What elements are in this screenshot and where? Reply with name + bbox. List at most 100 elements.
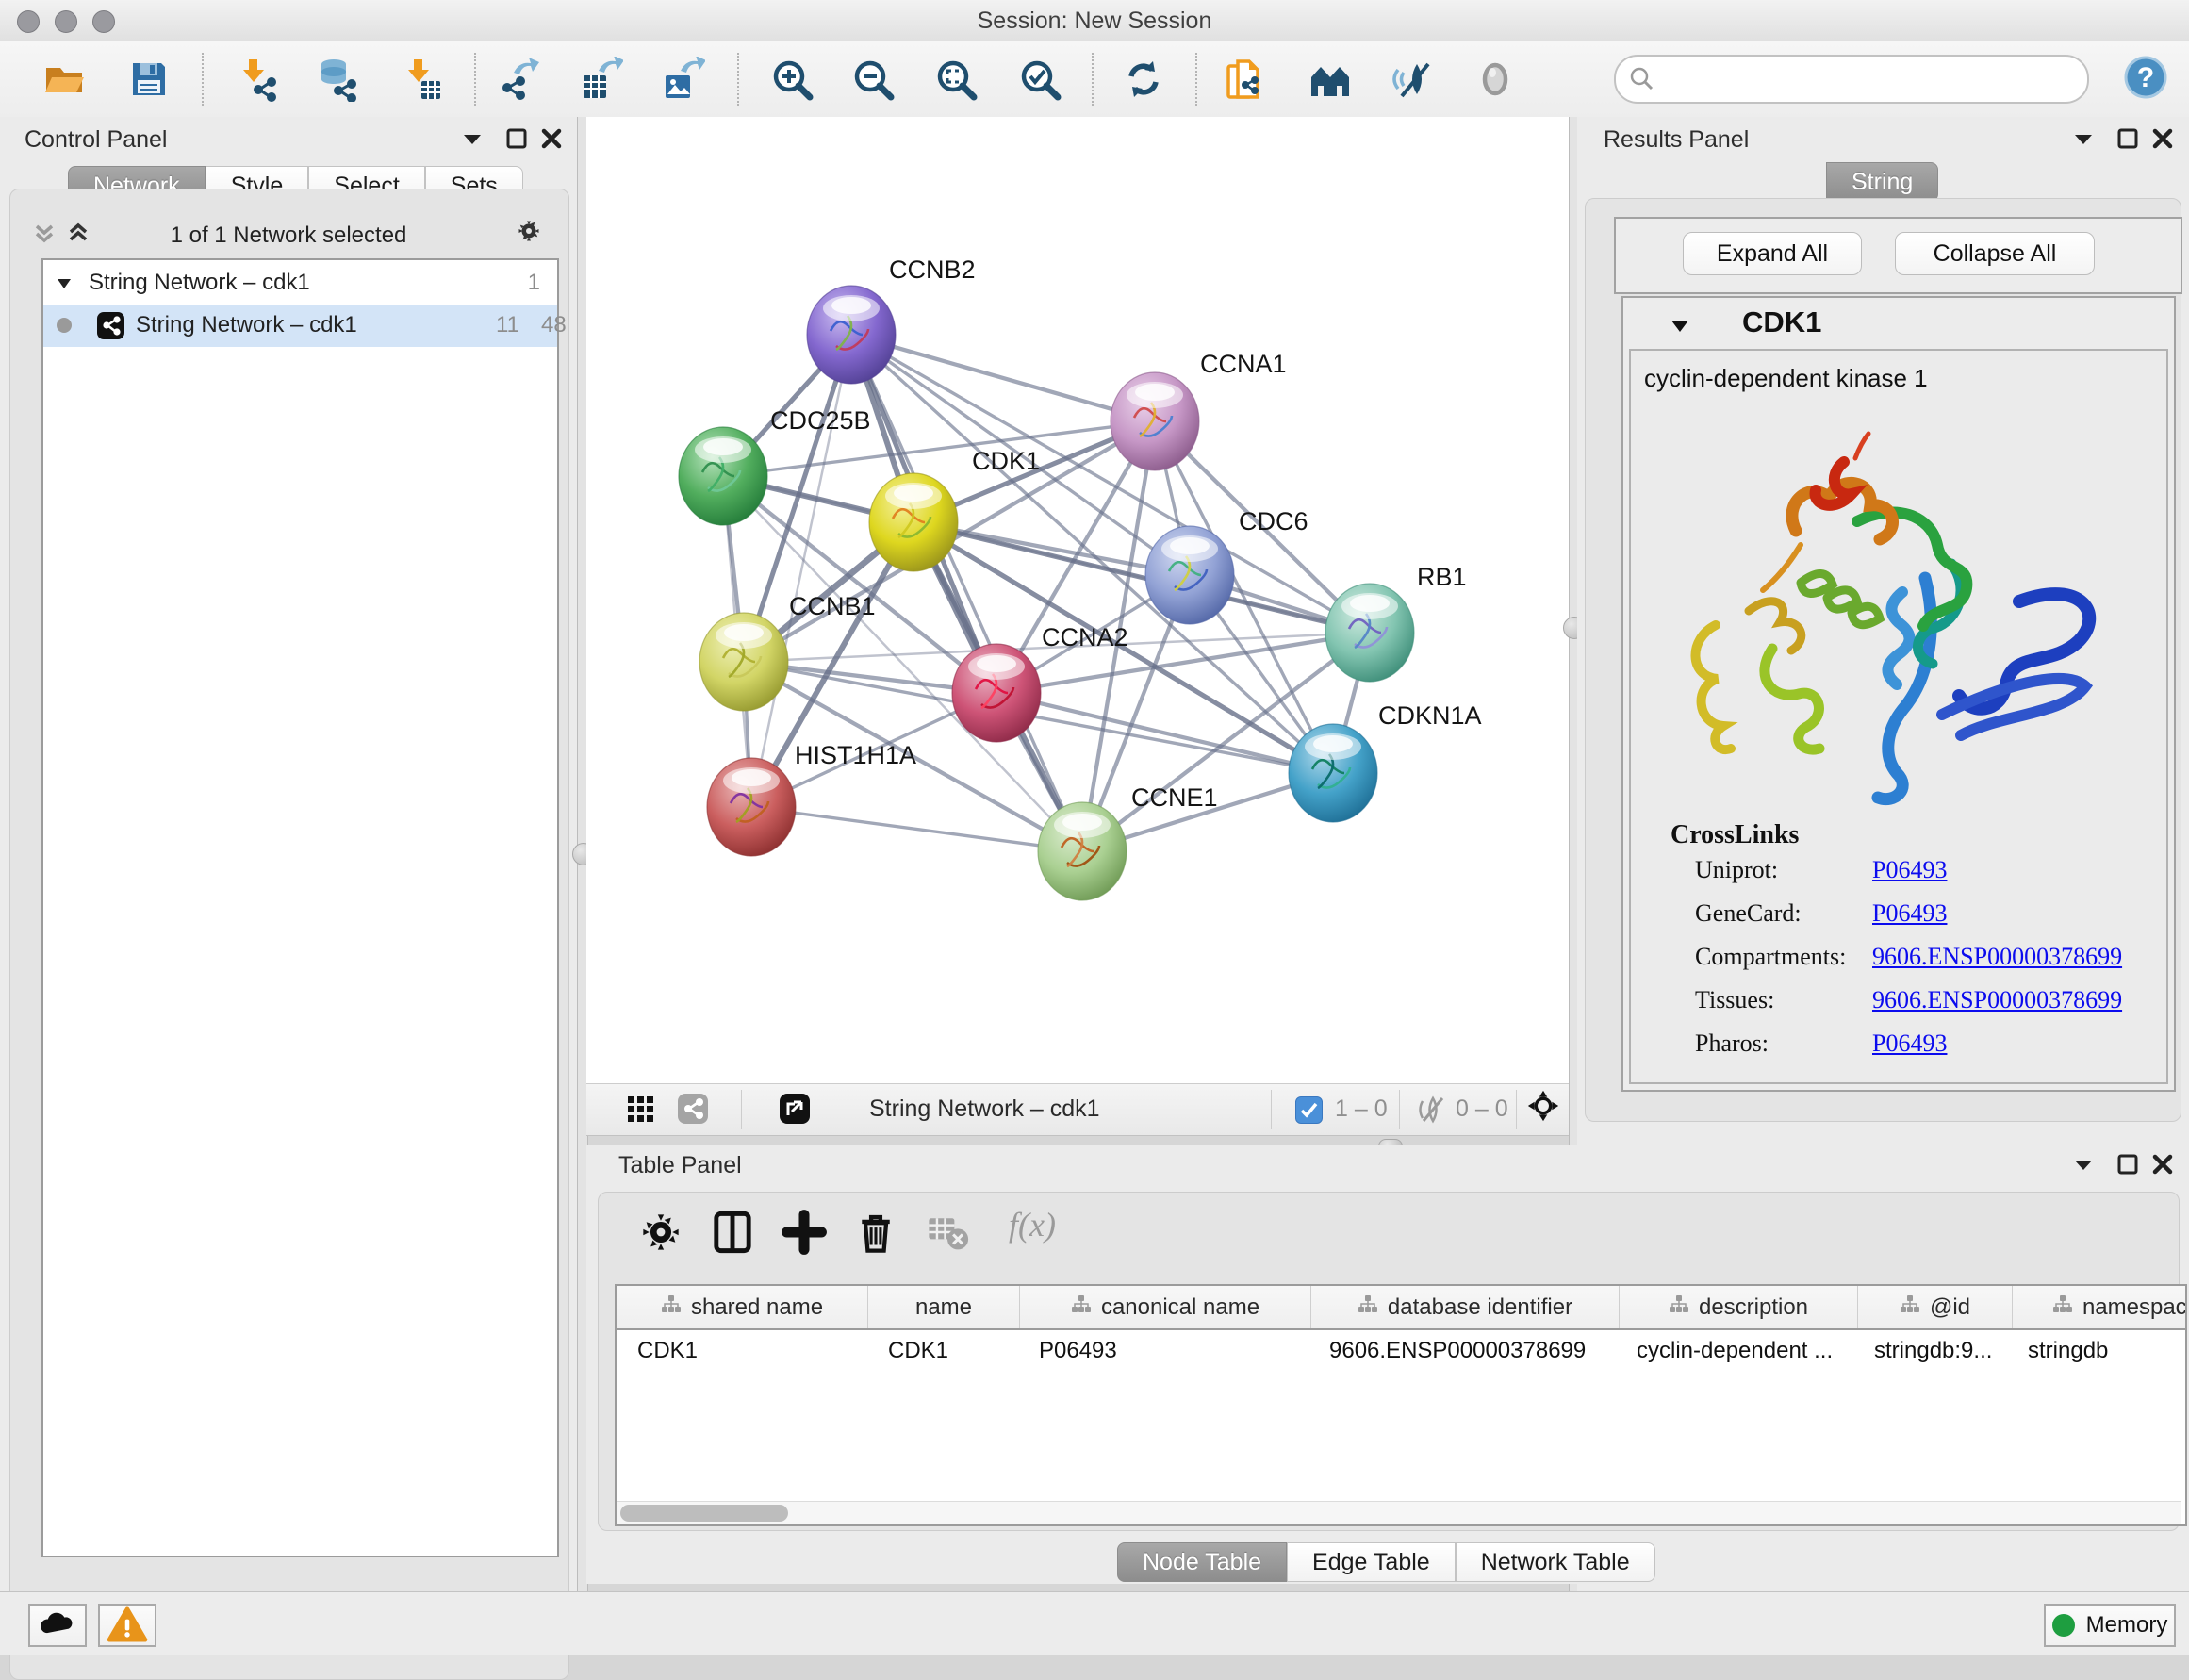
crosslink-row: Pharos:P06493 — [1695, 1029, 2148, 1058]
help-icon[interactable]: ? — [2123, 55, 2168, 100]
entry-collapse-icon[interactable] — [1669, 315, 1691, 338]
table-hscrollbar — [617, 1501, 2181, 1524]
crosslink-row: GeneCard:P06493 — [1695, 899, 2148, 928]
open-session-icon[interactable] — [41, 57, 87, 102]
protein-structure-image — [1659, 404, 2131, 818]
table-cell[interactable]: cyclin-dependent ... — [1616, 1330, 1853, 1374]
crosslink-value-link[interactable]: P06493 — [1872, 899, 1947, 927]
grid-view-icon[interactable] — [624, 1093, 656, 1125]
zoom-in-icon[interactable] — [769, 57, 815, 102]
show-all-icon[interactable] — [1473, 57, 1518, 102]
column-header-canonical-name[interactable]: canonical name — [1020, 1286, 1311, 1328]
warning-status-icon[interactable] — [98, 1604, 156, 1647]
network-collection-row[interactable]: String Network – cdk1 1 — [43, 262, 557, 305]
delete-table-icon[interactable] — [922, 1207, 973, 1254]
function-builder-icon[interactable]: f(x) — [990, 1201, 1075, 1248]
titlebar: Session: New Session — [0, 0, 2189, 42]
network-node-HIST1H1A[interactable]: HIST1H1A — [707, 741, 916, 856]
tab-network-table[interactable]: Network Table — [1456, 1542, 1655, 1582]
table-cell[interactable]: CDK1 — [867, 1330, 1018, 1374]
birds-eye-view-icon[interactable] — [1527, 1090, 1559, 1122]
float-panel-icon[interactable] — [2067, 123, 2099, 155]
tab-node-table[interactable]: Node Table — [1117, 1542, 1287, 1582]
search-box — [1614, 55, 2089, 104]
close-panel-icon[interactable] — [2147, 123, 2179, 155]
crosslink-value-link[interactable]: P06493 — [1872, 856, 1947, 883]
hide-selected-icon[interactable] — [1389, 57, 1434, 102]
network-node-CCNA1[interactable]: CCNA1 — [1111, 350, 1287, 470]
tab-edge-table[interactable]: Edge Table — [1287, 1542, 1456, 1582]
network-edge[interactable] — [751, 807, 1082, 851]
selected-indicator-checkbox[interactable] — [1295, 1096, 1323, 1124]
network-canvas[interactable]: CCNB2CCNA1CDC25BCDK1CDC6RB1CCNB1CCNA2CDK… — [586, 117, 1569, 1083]
add-column-icon[interactable] — [779, 1207, 830, 1254]
table-settings-icon[interactable] — [635, 1207, 686, 1254]
clone-network-icon[interactable] — [1224, 57, 1269, 102]
node-label: HIST1H1A — [795, 741, 916, 769]
hidden-indicator-icon — [1416, 1095, 1446, 1124]
table-hscrollbar-thumb[interactable] — [620, 1505, 788, 1522]
table-row[interactable]: CDK1CDK1P064939606.ENSP00000378699cyclin… — [617, 1330, 2185, 1374]
column-header-name[interactable]: name — [868, 1286, 1020, 1328]
import-network-file-icon[interactable] — [234, 57, 279, 102]
tab-string[interactable]: String — [1826, 162, 1938, 202]
network-options-gear-icon[interactable] — [513, 215, 545, 247]
table-cell[interactable]: P06493 — [1018, 1330, 1308, 1374]
shared-column-icon — [1071, 1293, 1092, 1321]
column-header-label: description — [1699, 1294, 1808, 1321]
undock-panel-icon[interactable] — [501, 123, 533, 155]
table-cell[interactable]: stringdb:9... — [1853, 1330, 2007, 1374]
crosslink-value-link[interactable]: 9606.ENSP00000378699 — [1872, 943, 2122, 970]
export-network-icon[interactable] — [495, 57, 540, 102]
network-row-selected[interactable]: String Network – cdk1 11 48 — [43, 305, 557, 347]
cloud-status-icon[interactable] — [28, 1604, 87, 1647]
expand-all-button[interactable]: Expand All — [1683, 232, 1862, 275]
table-cell[interactable]: 9606.ENSP00000378699 — [1308, 1330, 1616, 1374]
export-table-icon[interactable] — [578, 57, 623, 102]
undock-panel-icon[interactable] — [2112, 1148, 2144, 1180]
column-header-shared-name[interactable]: shared name — [617, 1286, 868, 1328]
search-input[interactable] — [1665, 60, 2074, 96]
network-node-CCNA2[interactable]: CCNA2 — [952, 623, 1128, 742]
first-neighbors-icon[interactable] — [1308, 57, 1353, 102]
save-session-icon[interactable] — [126, 57, 172, 102]
zoom-out-icon[interactable] — [850, 57, 896, 102]
table-cell[interactable]: CDK1 — [617, 1330, 867, 1374]
float-panel-icon[interactable] — [2067, 1148, 2099, 1180]
detach-view-icon[interactable] — [779, 1093, 811, 1125]
crosslink-value-link[interactable]: P06493 — [1872, 1029, 1947, 1057]
import-table-icon[interactable] — [399, 57, 444, 102]
shared-column-icon — [1358, 1293, 1378, 1321]
column-header-@id[interactable]: @id — [1858, 1286, 2013, 1328]
close-panel-icon[interactable] — [535, 123, 568, 155]
collapse-all-button[interactable]: Collapse All — [1895, 232, 2095, 275]
network-view-share-icon[interactable] — [677, 1093, 709, 1125]
crosslink-row: Compartments:9606.ENSP00000378699 — [1695, 943, 2148, 971]
delete-column-icon[interactable] — [850, 1207, 901, 1254]
network-node-CCNB1[interactable]: CCNB1 — [699, 592, 876, 711]
toolbar-separator — [737, 53, 739, 106]
column-header-database-identifier[interactable]: database identifier — [1311, 1286, 1620, 1328]
crosslink-value-link[interactable]: 9606.ENSP00000378699 — [1872, 986, 2122, 1013]
network-edge[interactable] — [851, 335, 1082, 851]
network-node-RB1[interactable]: RB1 — [1325, 563, 1467, 682]
close-panel-icon[interactable] — [2147, 1148, 2179, 1180]
zoom-selected-icon[interactable] — [1017, 57, 1062, 102]
toolbar-separator — [1271, 1090, 1272, 1129]
undock-panel-icon[interactable] — [2112, 123, 2144, 155]
network-node-CDKN1A[interactable]: CDKN1A — [1289, 701, 1482, 822]
zoom-fit-icon[interactable] — [933, 57, 979, 102]
collection-expand-icon[interactable] — [55, 274, 74, 293]
column-header-namespace[interactable]: namespace — [2013, 1286, 2187, 1328]
network-graph[interactable]: CCNB2CCNA1CDC25BCDK1CDC6RB1CCNB1CCNA2CDK… — [586, 117, 1569, 1083]
show-columns-icon[interactable] — [707, 1207, 758, 1254]
refresh-layout-icon[interactable] — [1121, 57, 1166, 102]
import-network-database-icon[interactable] — [313, 57, 358, 102]
control-panel: Control Panel Network Style Select Sets … — [0, 117, 577, 1591]
float-panel-icon[interactable] — [456, 123, 488, 155]
network-node-CCNE1[interactable]: CCNE1 — [1038, 783, 1218, 900]
column-header-description[interactable]: description — [1620, 1286, 1858, 1328]
memory-button[interactable]: Memory — [2044, 1604, 2176, 1647]
export-image-icon[interactable] — [660, 57, 705, 102]
table-cell[interactable]: stringdb — [2007, 1330, 2187, 1374]
